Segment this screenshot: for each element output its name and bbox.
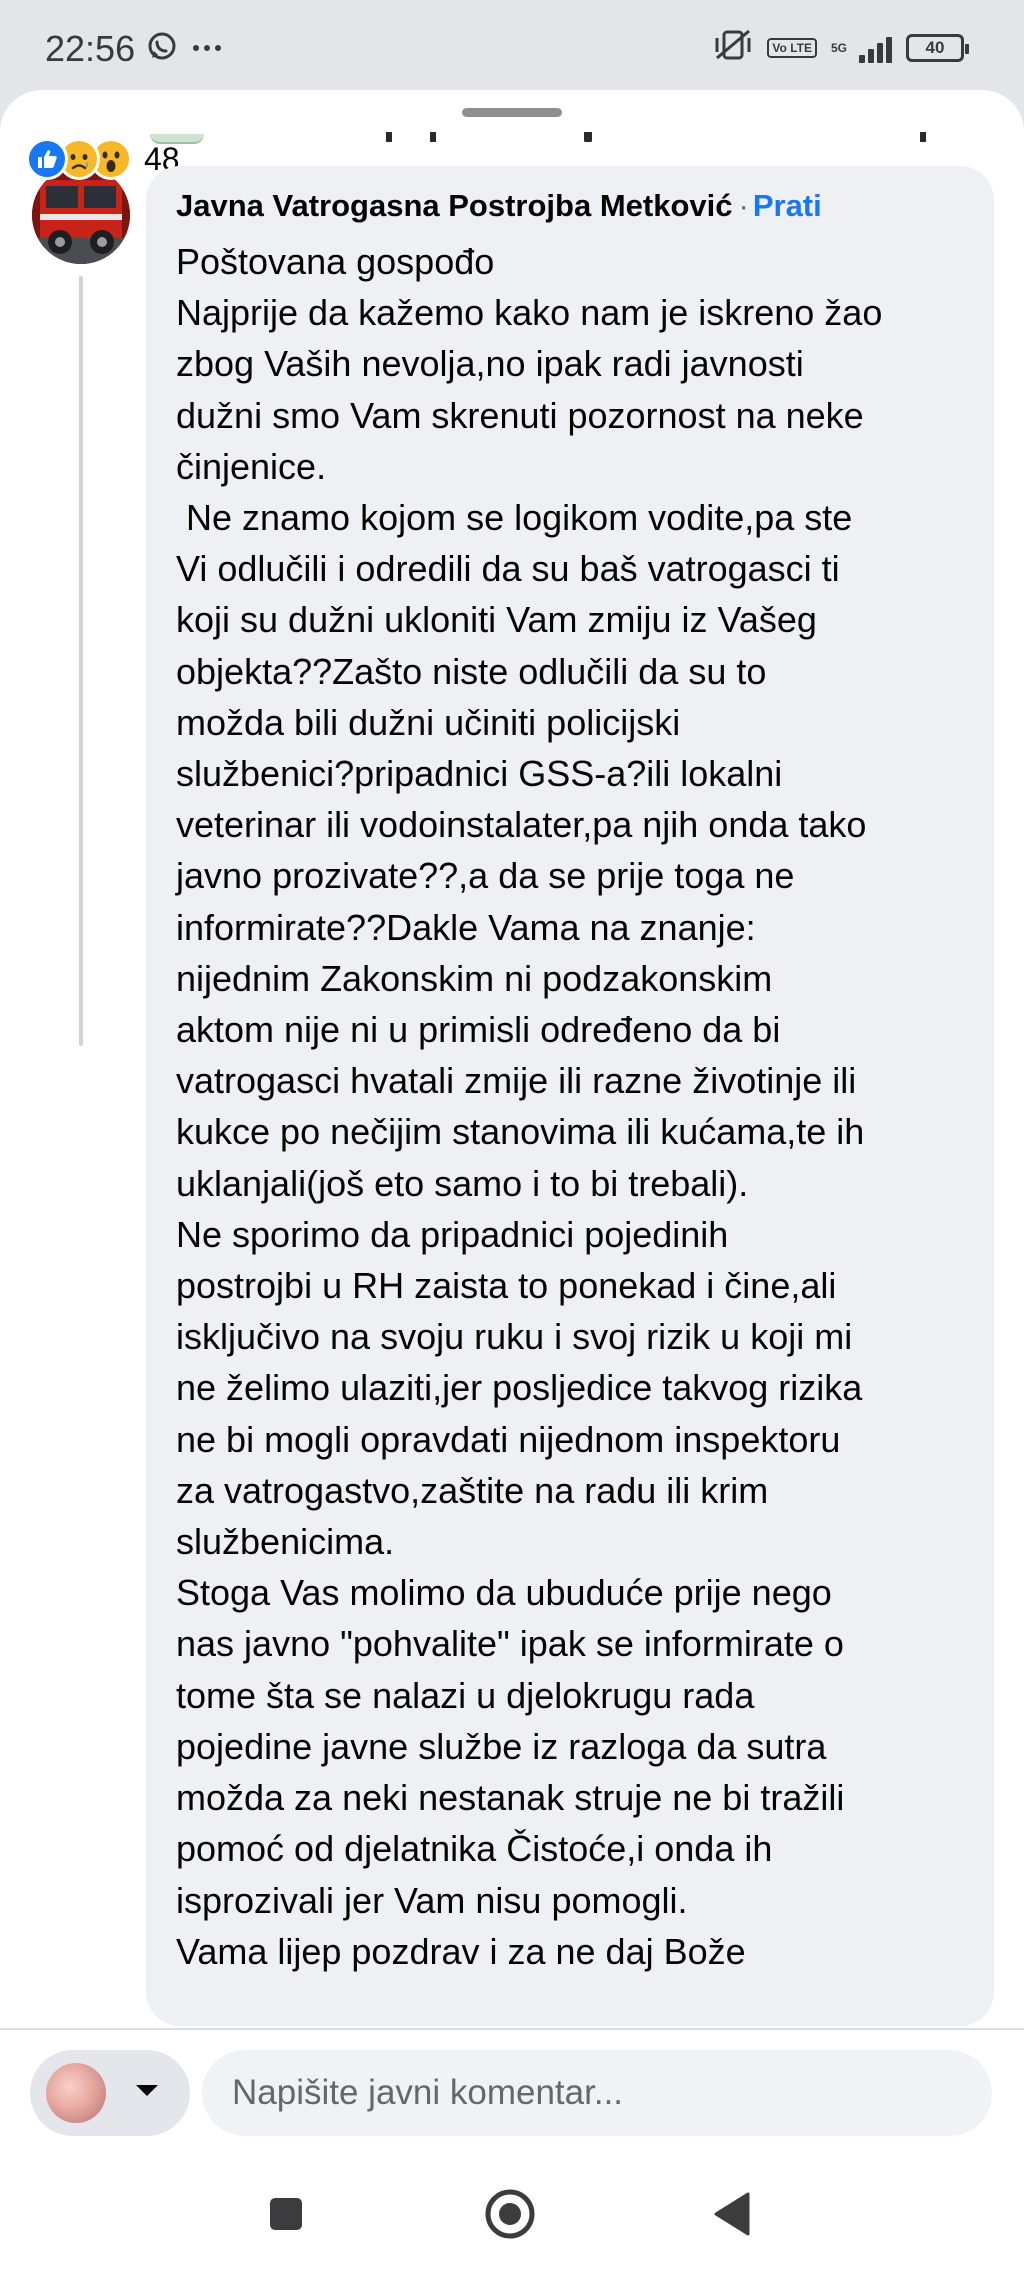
comment-line: Ne znamo kojom se logikom vodite,pa ste: [176, 497, 853, 539]
system-navigation-bar: [0, 2158, 1024, 2277]
comment-header: Javna Vatrogasna Postrojba Metković · Prat…: [176, 188, 822, 224]
comment-line: vatrogasci hvatali zmije ili razne život…: [176, 1060, 857, 1102]
comment-line: za vatrogastvo,zaštite na radu ili krim: [176, 1469, 769, 1511]
volte-badge: Vo LTE: [767, 37, 817, 58]
sheet-drag-handle[interactable]: [462, 108, 562, 117]
comment-composer: [0, 2028, 1024, 2158]
comment-line: aktom nije ni u primisli određeno da bi: [176, 1009, 781, 1051]
comment-line: ne želimo ulaziti,jer posljedice takvog …: [176, 1367, 863, 1409]
comment-line: možda za neki nestanak struje ne bi traž…: [176, 1777, 845, 1819]
comment-line: Poštovana gospođo: [176, 241, 495, 282]
follow-button[interactable]: Prati: [753, 188, 822, 223]
like-icon: [26, 138, 68, 180]
comment-line: veterinar ili vodoinstalater,pa njih ond…: [176, 804, 867, 846]
status-system-icons: Vo LTE 5G 40: [713, 28, 969, 67]
comment-line: informirate??Dakle Vama na znanje:: [176, 906, 756, 948]
battery-level: 40: [925, 37, 945, 57]
header-separator: ·: [738, 188, 749, 223]
battery-icon: 40: [906, 33, 969, 62]
status-time: 22:56: [45, 28, 136, 69]
comment-line: Stoga Vas molimo da ubuduće prije nego: [176, 1572, 832, 1614]
previous-comment-text-remnant: [146, 132, 926, 142]
reply-thread-line: [79, 276, 83, 1046]
comment-author[interactable]: Javna Vatrogasna Postrojba Metković: [176, 188, 733, 223]
comment-line: objekta??Zašto niste odlučili da su to: [176, 650, 767, 692]
comment-line: postrojbi u RH zaista to ponekad i čine,…: [176, 1265, 837, 1307]
comment-line: pomoć od djelatnika Čistoće,i onda ih: [176, 1828, 773, 1870]
recent-apps-button[interactable]: [254, 2182, 318, 2246]
comment-line: tome šta se nalazi u djelokrugu rada: [176, 1674, 755, 1716]
comment-line: javno prozivate??,a da se prije toga ne: [176, 855, 795, 897]
status-bar: 22:56 Vo LTE 5G 40: [0, 0, 1024, 96]
comment-line: ne bi mogli opravdati nijednom inspektor…: [176, 1418, 841, 1460]
comment-body: Poštovana gospođo Najprije da kažemo kak…: [176, 236, 988, 1977]
comment-line: isprozivali jer Vam nisu pomogli.: [176, 1879, 688, 1921]
home-button[interactable]: [478, 2182, 542, 2246]
comment-line: pojedine javne službe iz razloga da sutr…: [176, 1725, 827, 1767]
comment-line: zbog Vaših nevolja,no ipak radi javnosti: [176, 343, 804, 385]
circle-home-icon: [485, 2189, 535, 2239]
comment-line: isključivo na svoju ruku i svoj rizik u …: [176, 1316, 853, 1358]
back-triangle-icon: [714, 2192, 750, 2236]
square-icon: [270, 2198, 302, 2230]
comment-line: činjenice.: [176, 445, 327, 487]
signal-strength-icon: [859, 33, 892, 63]
comment-line: službenici?pripadnici GSS-a?ili lokalni: [176, 753, 783, 795]
comment-as-selector[interactable]: [30, 2050, 190, 2136]
comment-line: Vama lijep pozdrav i za ne daj Bože: [176, 1930, 746, 1972]
comment-line: možda bili dužni učiniti policijski: [176, 701, 681, 743]
user-avatar: [46, 2063, 106, 2123]
comment-line: Najprije da kažemo kako nam je iskreno ž…: [176, 292, 883, 334]
vibrate-off-icon: [713, 28, 753, 67]
comment-line: kukce po nečijim stanovima ili kućama,te…: [176, 1111, 865, 1153]
comment-line: dužni smo Vam skrenuti pozornost na neke: [176, 394, 864, 436]
comment-line: službenicima.: [176, 1521, 395, 1563]
comment-input[interactable]: [202, 2050, 992, 2136]
comment-line: Ne sporimo da pripadnici pojedinih: [176, 1213, 729, 1255]
comment-line: nijednim Zakonskim ni podzakonskim: [176, 957, 773, 999]
comment-line: koji su dužni ukloniti Vam zmiju iz Vaše…: [176, 599, 817, 641]
status-notification-icons: [146, 30, 222, 67]
page-avatar[interactable]: [32, 166, 130, 264]
comment-line: nas javno "pohvalite" ipak se informirat…: [176, 1623, 844, 1665]
network-type: 5G: [830, 40, 847, 55]
whatsapp-icon: [146, 30, 178, 67]
comment-bubble[interactable]: Javna Vatrogasna Postrojba Metković · Prat…: [146, 166, 994, 2026]
comment-line: uklanjali(još eto samo i to bi trebali).: [176, 1162, 749, 1204]
more-notifications-icon: [192, 40, 222, 58]
chevron-down-icon: [134, 2083, 160, 2104]
back-button[interactable]: [700, 2182, 764, 2246]
comment-line: Vi odlučili i odredili da su baš vatroga…: [176, 548, 840, 590]
